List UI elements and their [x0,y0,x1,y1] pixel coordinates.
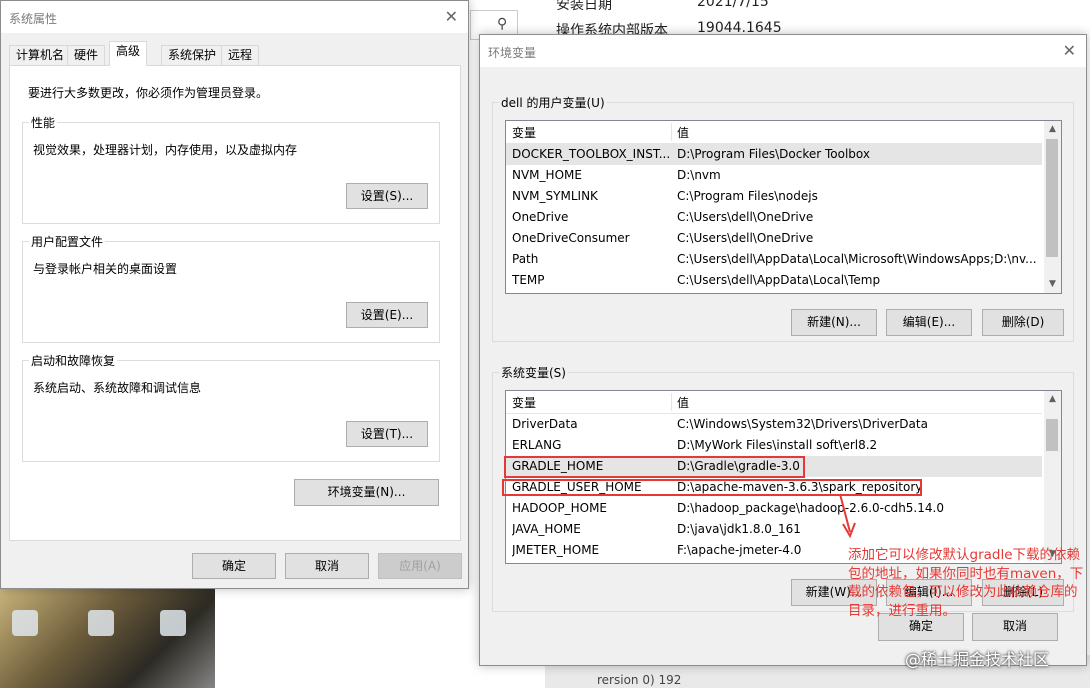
background-bottom-text: rersion 0) 192 [597,673,682,687]
startup-recovery-group: 启动和故障恢复 系统启动、系统故障和调试信息 设置(T)... [22,352,440,462]
table-row[interactable]: DOCKER_TOOLBOX_INST... D:\Program Files\D… [506,144,1042,165]
performance-group: 性能 视觉效果，处理器计划，内存使用，以及虚拟内存 设置(S)... [22,114,440,224]
system-variables-label: 系统变量(S) [499,364,568,381]
annotation-note: 添加它可以修改默认gradle下载的依赖包的地址，如果你同时也有maven，下载… [848,547,1084,619]
performance-settings-button[interactable]: 设置(S)... [346,183,428,209]
user-profiles-desc: 与登录帐户相关的桌面设置 [33,262,178,276]
user-profiles-label: 用户配置文件 [29,233,106,250]
var-value: C:\Users\dell\OneDrive [677,210,814,224]
column-value[interactable]: 值 [677,124,689,141]
annotation-arrow [839,493,856,539]
system-properties-dialog: 系统属性 ✕ 计算机名 硬件 高级 系统保护 远程 要进行大多数更改，你必须作为… [0,0,469,589]
table-row[interactable]: TEMP C:\Users\dell\AppData\Local\Temp [506,270,1042,291]
user-edit-button[interactable]: 编辑(E)... [886,309,972,336]
startup-recovery-settings-button[interactable]: 设置(T)... [346,421,428,447]
apply-button[interactable]: 应用(A) [378,553,462,579]
desktop-wallpaper [0,588,220,688]
scroll-up-icon[interactable]: ▲ [1044,121,1061,138]
scroll-up-icon[interactable]: ▲ [1044,391,1061,408]
startup-recovery-desc: 系统启动、系统故障和调试信息 [33,381,202,395]
desktop-icon[interactable] [160,610,186,636]
table-row[interactable]: Path C:\Users\dell\AppData\Local\Microsof… [506,249,1042,270]
table-row[interactable]: DriverData C:\Windows\System32\Drivers\Dr… [506,414,1042,435]
var-value: C:\Users\dell\AppData\Local\Temp [677,273,881,287]
user-variables-list[interactable]: 变量 值 DOCKER_TOOLBOX_INST... D:\Program Fi… [505,120,1062,294]
advanced-tab-panel: 要进行大多数更改，你必须作为管理员登录。 性能 视觉效果，处理器计划，内存使用，… [9,65,461,541]
startup-recovery-label: 启动和故障恢复 [29,352,118,369]
user-profiles-settings-button[interactable]: 设置(E)... [346,302,428,328]
user-profiles-group: 用户配置文件 与登录帐户相关的桌面设置 设置(E)... [22,233,440,343]
performance-desc: 视觉效果，处理器计划，内存使用，以及虚拟内存 [33,143,298,157]
column-value[interactable]: 值 [677,394,689,411]
table-row[interactable]: NVM_HOME D:\nvm [506,165,1042,186]
table-row[interactable]: ERLANG D:\MyWork Files\install soft\erl8.… [506,435,1042,456]
column-variable[interactable]: 变量 [512,394,536,411]
scroll-thumb[interactable] [1046,139,1058,257]
user-new-button[interactable]: 新建(N)... [791,309,877,336]
var-value: C:\Users\dell\AppData\Local\Microsoft\Wi… [677,252,1037,266]
tab-hardware[interactable]: 硬件 [67,45,106,65]
table-row[interactable]: OneDrive C:\Users\dell\OneDrive [506,207,1042,228]
user-variables-label: dell 的用户变量(U) [499,94,607,111]
close-icon[interactable]: ✕ [1063,41,1076,60]
user-delete-button[interactable]: 删除(D) [982,309,1064,336]
var-name: DOCKER_TOOLBOX_INST... [512,147,669,161]
var-value: D:\MyWork Files\install soft\erl8.2 [677,438,878,452]
var-value: D:\nvm [677,168,721,182]
var-name: OneDriveConsumer [512,231,630,245]
scroll-down-icon[interactable]: ▼ [1044,276,1061,293]
desktop-icon[interactable] [88,610,114,636]
dialog-title: 系统属性 [9,12,58,26]
environment-variables-button[interactable]: 环境变量(N)... [294,479,439,506]
cancel-button[interactable]: 取消 [285,553,369,579]
var-name: Path [512,252,539,266]
table-row[interactable]: JAVA_HOME D:\java\jdk1.8.0_161 [506,519,1042,540]
admin-note: 要进行大多数更改，你必须作为管理员登录。 [28,86,269,100]
highlight-gradle-home [504,456,805,478]
search-icon: ⚲ [497,16,508,32]
desktop-icon[interactable] [12,610,38,636]
vertical-scrollbar[interactable]: ▲ ▼ [1044,121,1061,293]
var-name: JMETER_HOME [512,543,600,557]
column-variable[interactable]: 变量 [512,124,536,141]
tab-computer-name[interactable]: 计算机名 [9,45,72,65]
close-icon[interactable]: ✕ [445,7,458,26]
var-name: NVM_HOME [512,168,582,182]
watermark: @稀土掘金技术社区 [905,650,1050,669]
table-row[interactable]: HADOOP_HOME D:\hadoop_package\hadoop-2.6.… [506,498,1042,519]
titlebar[interactable]: 系统属性 ✕ [1,1,468,33]
list-header: 变量 值 [506,391,1042,414]
ok-button[interactable]: 确定 [192,553,276,579]
var-name: OneDrive [512,210,569,224]
column-divider[interactable] [671,393,672,411]
titlebar[interactable]: 环境变量 ✕ [480,35,1086,67]
var-name: NVM_SYMLINK [512,189,598,203]
var-name: DriverData [512,417,578,431]
var-name: ERLANG [512,438,562,452]
install-date-value: 2021/7/15 [697,0,769,10]
var-value: C:\Users\dell\OneDrive [677,231,814,245]
table-row[interactable]: OneDriveConsumer C:\Users\dell\OneDrive [506,228,1042,249]
var-value: C:\Program Files\nodejs [677,189,818,203]
performance-label: 性能 [29,114,58,131]
column-divider[interactable] [671,123,672,141]
scroll-thumb[interactable] [1046,419,1058,451]
tab-advanced[interactable]: 高级 [109,41,148,66]
tab-system-protection[interactable]: 系统保护 [161,45,224,65]
var-name: JAVA_HOME [512,522,581,536]
var-name: TEMP [512,273,545,287]
user-variables-group: dell 的用户变量(U) 变量 值 DOCKER_TOOLBOX_INST..… [492,94,1074,342]
var-value: D:\Program Files\Docker Toolbox [677,147,870,161]
install-date-label: 安装日期 [556,0,612,13]
tab-remote[interactable]: 远程 [221,45,260,65]
vertical-scrollbar[interactable]: ▲ ▼ [1044,391,1061,563]
list-header: 变量 值 [506,121,1042,144]
var-value: C:\Windows\System32\Drivers\DriverData [677,417,928,431]
table-row[interactable]: NVM_SYMLINK C:\Program Files\nodejs [506,186,1042,207]
dialog-title: 环境变量 [488,46,537,60]
var-name: HADOOP_HOME [512,501,608,515]
